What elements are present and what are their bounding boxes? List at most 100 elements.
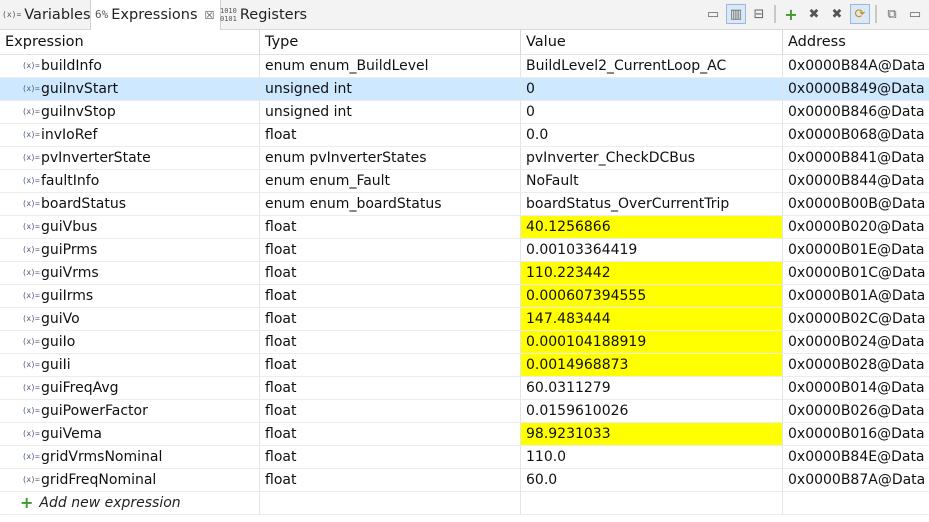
expression-cell[interactable]: (x)= gridFreqNominal	[0, 469, 260, 491]
expression-cell[interactable]: (x)= guiIi	[0, 354, 260, 376]
column-header-expression[interactable]: Expression	[0, 30, 260, 54]
tab-registers[interactable]: 1010 0101 Registers	[220, 0, 307, 29]
expression-cell[interactable]: (x)= boardStatus	[0, 193, 260, 215]
table-row[interactable]: (x)= guiPowerFactor float 0.0159610026 0x000…	[0, 400, 929, 423]
remove-expression-icon[interactable]: ✖	[804, 4, 824, 24]
value-cell[interactable]: 0.000607394555	[521, 285, 783, 307]
table-header: Expression Type Value Address	[0, 30, 929, 55]
tab-expressions[interactable]: 6% Expressions ☒	[90, 0, 222, 30]
new-window-icon[interactable]: ⧉	[882, 4, 902, 24]
expression-cell[interactable]: (x)= guiIrms	[0, 285, 260, 307]
expression-cell[interactable]: (x)= guiInvStop	[0, 101, 260, 123]
table-row[interactable]: (x)= guiVema float 98.9231033 0x0000B016@Dat…	[0, 423, 929, 446]
table-row[interactable]: (x)= gridVrmsNominal float 110.0 0x0000B84E@…	[0, 446, 929, 469]
type-cell: float	[260, 469, 521, 491]
expression-cell[interactable]: (x)= faultInfo	[0, 170, 260, 192]
table-row[interactable]: (x)= guiIi float 0.0014968873 0x0000B028@Dat…	[0, 354, 929, 377]
value-cell[interactable]: 60.0311279	[521, 377, 783, 399]
column-header-value[interactable]: Value	[521, 30, 783, 54]
value-cell[interactable]: 110.0	[521, 446, 783, 468]
table-row[interactable]: (x)= guiVbus float 40.1256866 0x0000B020@Dat…	[0, 216, 929, 239]
type-cell: float	[260, 216, 521, 238]
variable-icon: (x)=	[22, 130, 40, 139]
table-row[interactable]: (x)= guiIrms float 0.000607394555 0x0000B01A…	[0, 285, 929, 308]
value-cell[interactable]: 60.0	[521, 469, 783, 491]
expression-cell[interactable]: (x)= guiPowerFactor	[0, 400, 260, 422]
table-row[interactable]: (x)= pvInverterState enum pvInverterStates…	[0, 147, 929, 170]
value-cell[interactable]: 0.0159610026	[521, 400, 783, 422]
expression-cell[interactable]: (x)= invIoRef	[0, 124, 260, 146]
expression-cell[interactable]: (x)= guiInvStart	[0, 78, 260, 100]
table-cell	[521, 492, 783, 514]
add-expression-cell[interactable]: + Add new expression	[0, 492, 260, 514]
variable-icon: (x)=	[22, 475, 40, 484]
value-cell[interactable]: BuildLevel2_CurrentLoop_AC	[521, 55, 783, 77]
table-row[interactable]: (x)= gridFreqNominal float 60.0 0x0000B87A@D…	[0, 469, 929, 492]
value-cell[interactable]: boardStatus_OverCurrentTrip	[521, 193, 783, 215]
expression-cell[interactable]: (x)= guiVrms	[0, 262, 260, 284]
add-expression-label[interactable]: Add new expression	[39, 492, 180, 514]
registers-icon: 1010 0101	[220, 6, 237, 23]
value-cell[interactable]: 98.9231033	[521, 423, 783, 445]
expression-cell[interactable]: (x)= guiIo	[0, 331, 260, 353]
continuous-refresh-icon[interactable]: ⟳	[850, 4, 870, 24]
expression-name: guiIrms	[41, 288, 94, 304]
collapse-all-icon[interactable]: ⊟	[749, 4, 769, 24]
expression-name: buildInfo	[41, 58, 102, 74]
value-cell[interactable]: 0	[521, 101, 783, 123]
expression-cell[interactable]: (x)= guiVbus	[0, 216, 260, 238]
table-row[interactable]: (x)= guiPrms float 0.00103364419 0x0000B01E@…	[0, 239, 929, 262]
column-header-type[interactable]: Type	[260, 30, 521, 54]
address-cell: 0x0000B84E@Data	[788, 449, 925, 465]
expression-name: guiVo	[41, 311, 80, 327]
expression-cell[interactable]: (x)= gridVrmsNominal	[0, 446, 260, 468]
value-cell[interactable]: pvInverter_CheckDCBus	[521, 147, 783, 169]
variable-icon: (x)=	[22, 383, 40, 392]
value-cell[interactable]: 147.483444	[521, 308, 783, 330]
table-row[interactable]: (x)= guiFreqAvg float 60.0311279 0x0000B014@…	[0, 377, 929, 400]
expression-name: invIoRef	[41, 127, 98, 143]
value-cell[interactable]: 0.000104188919	[521, 331, 783, 353]
table-row[interactable]: (x)= faultInfo enum enum_Fault NoFault 0x000…	[0, 170, 929, 193]
view-menu-icon[interactable]: ▭	[905, 4, 925, 24]
expression-cell[interactable]: (x)= buildInfo	[0, 55, 260, 77]
expression-cell[interactable]: (x)= guiVema	[0, 423, 260, 445]
close-icon[interactable]: ☒	[205, 9, 215, 22]
select-columns-icon[interactable]: ▥	[726, 4, 746, 24]
value-cell[interactable]: 0	[521, 78, 783, 100]
value-cell[interactable]: NoFault	[521, 170, 783, 192]
expression-name: pvInverterState	[41, 150, 151, 166]
value-cell[interactable]: 40.1256866	[521, 216, 783, 238]
remove-all-expressions-icon[interactable]: ✖	[827, 4, 847, 24]
expression-cell[interactable]: (x)= guiPrms	[0, 239, 260, 261]
table-row[interactable]: (x)= guiInvStart unsigned int 0 0x0000B849@D…	[0, 78, 929, 101]
type-cell: float	[260, 331, 521, 353]
variable-icon: (x)=	[22, 429, 40, 438]
table-row[interactable]: (x)= invIoRef float 0.0 0x0000B068@Data	[0, 124, 929, 147]
tab-variables[interactable]: (x)= Variables	[2, 0, 91, 29]
expression-name: guiIo	[41, 334, 76, 350]
type-cell: float	[260, 124, 521, 146]
expression-name: guiPowerFactor	[41, 403, 148, 419]
variables-icon: (x)=	[2, 9, 22, 19]
table-row[interactable]: (x)= guiVo float 147.483444 0x0000B02C@Data	[0, 308, 929, 331]
expression-cell[interactable]: (x)= guiVo	[0, 308, 260, 330]
expression-cell[interactable]: (x)= pvInverterState	[0, 147, 260, 169]
column-header-address[interactable]: Address	[783, 30, 929, 54]
show-type-names-icon[interactable]: ▭	[703, 4, 723, 24]
value-cell[interactable]: 0.0	[521, 124, 783, 146]
address-cell: 0x0000B01A@Data	[788, 288, 926, 304]
add-expression-icon[interactable]: +	[781, 4, 801, 24]
expression-name: guiInvStop	[41, 104, 116, 120]
add-expression-row[interactable]: + Add new expression	[0, 492, 929, 515]
table-row[interactable]: (x)= guiInvStop unsigned int 0 0x0000B846@Da…	[0, 101, 929, 124]
value-cell[interactable]: 110.223442	[521, 262, 783, 284]
table-row[interactable]: (x)= boardStatus enum enum_boardStatus boar…	[0, 193, 929, 216]
table-row[interactable]: (x)= guiVrms float 110.223442 0x0000B01C@Dat…	[0, 262, 929, 285]
value-cell[interactable]: 0.0014968873	[521, 354, 783, 376]
table-row[interactable]: (x)= guiIo float 0.000104188919 0x0000B024@D…	[0, 331, 929, 354]
variable-icon: (x)=	[22, 452, 40, 461]
expression-cell[interactable]: (x)= guiFreqAvg	[0, 377, 260, 399]
value-cell[interactable]: 0.00103364419	[521, 239, 783, 261]
table-row[interactable]: (x)= buildInfo enum enum_BuildLevel BuildLe…	[0, 55, 929, 78]
